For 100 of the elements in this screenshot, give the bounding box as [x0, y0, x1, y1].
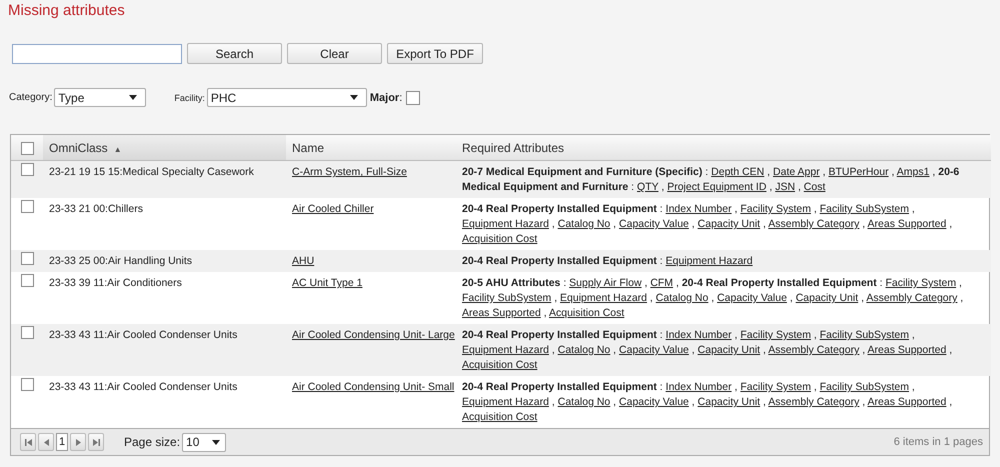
checkbox[interactable] — [20, 163, 34, 176]
attribute-link[interactable]: Facility System — [740, 381, 811, 393]
category-dropdown[interactable]: Type — [54, 88, 146, 107]
attribute-link[interactable]: Assembly Category — [866, 292, 958, 304]
clear-button[interactable]: Clear — [287, 43, 382, 64]
export-button[interactable]: Export To PDF — [387, 43, 483, 64]
attribute-link[interactable]: Equipment Hazard — [462, 396, 549, 408]
column-header[interactable]: Required Attributes — [456, 135, 991, 160]
attribute-link[interactable]: Catalog No — [656, 292, 708, 304]
page-size-dropdown[interactable]: 10 — [182, 432, 226, 452]
first-page-button[interactable] — [20, 433, 36, 451]
attribute-link[interactable]: Capacity Value — [619, 344, 689, 356]
attribute-link[interactable]: Equipment Hazard — [462, 344, 549, 356]
attribute-link[interactable]: Capacity Unit — [698, 218, 760, 230]
next-page-icon — [74, 438, 82, 446]
checkbox[interactable] — [20, 378, 34, 391]
category-label: Category: — [9, 92, 52, 103]
column-header[interactable]: Name — [286, 135, 456, 160]
table-cell: 23-21 19 15 15:Medical Specialty Casework — [43, 160, 286, 198]
attribute-link[interactable]: Catalog No — [558, 218, 610, 230]
attribute-link[interactable]: Assembly Category — [768, 344, 860, 356]
attribute-link[interactable]: Catalog No — [558, 396, 610, 408]
attribute-link[interactable]: Acquisition Cost — [462, 359, 538, 371]
attribute-link[interactable]: Catalog No — [558, 344, 610, 356]
item-name-link[interactable]: Air Cooled Chiller — [292, 203, 374, 215]
facility-label: Facility: — [174, 92, 205, 102]
required-attributes-text: 20-4 Real Property Installed Equipment : Equipment Hazard — [456, 250, 991, 272]
facility-dropdown[interactable]: PHC — [206, 88, 367, 107]
attribute-link[interactable]: Facility SubSystem — [462, 292, 552, 304]
attribute-link[interactable]: Areas Supported — [868, 218, 946, 230]
search-button[interactable]: Search — [187, 43, 282, 64]
attribute-link[interactable]: Cost — [804, 181, 826, 193]
attribute-link[interactable]: JSN — [775, 181, 796, 193]
required-attributes-text: 20-4 Real Property Installed Equipment : Index Number , Facility System , Facility SubSystem , Equipment Hazard , Catalog No , Capacity Value , Capacity Unit , Assembly Category , Areas Supported , Acquisition Cost — [456, 376, 991, 428]
attribute-link[interactable]: Index Number — [666, 329, 732, 341]
attribute-link[interactable]: Equipment Hazard — [560, 292, 648, 304]
checkbox[interactable] — [20, 252, 34, 265]
attribute-link[interactable]: Capacity Value — [619, 396, 689, 408]
table-cell: 23-33 43 11:Air Cooled Condenser Units — [43, 376, 286, 428]
table-cell: 23-33 21 00:Chillers — [43, 198, 286, 250]
previous-page-icon — [42, 438, 50, 446]
next-page-button[interactable] — [70, 433, 86, 451]
attribute-link[interactable]: Capacity Unit — [698, 396, 760, 408]
page-size-label: Page size: — [124, 435, 180, 449]
first-page-icon — [24, 438, 32, 446]
caret-icon — [212, 440, 220, 444]
items-summary: 6 items in 1 pages — [894, 436, 983, 448]
caret-icon — [350, 95, 358, 100]
attribute-link[interactable]: Assembly Category — [768, 218, 860, 230]
attribute-link[interactable]: Equipment Hazard — [462, 218, 549, 230]
attribute-link[interactable]: Areas Supported — [868, 396, 946, 408]
required-attributes-text: 20-5 AHU Attributes : Supply Air Flow , CFM , 20-4 Real Property Installed Equipment : Facility System , Facility SubSystem , Equipment Hazard , Catalog No , Capacity Value , Capacity Unit , Assembly Category , Areas Supported , Acquisition Cost — [456, 272, 991, 324]
checkbox[interactable] — [20, 274, 34, 287]
attribute-link[interactable]: QTY — [637, 181, 658, 193]
attribute-link[interactable]: Facility System — [740, 329, 811, 341]
last-page-button[interactable] — [88, 433, 104, 451]
attribute-link[interactable]: Project Equipment ID — [667, 181, 766, 193]
checkbox[interactable] — [20, 142, 34, 155]
attribute-link[interactable]: Assembly Category — [768, 396, 860, 408]
attribute-link[interactable]: Date Appr — [773, 166, 820, 178]
attribute-link[interactable]: Capacity Value — [619, 218, 689, 230]
checkbox[interactable] — [20, 326, 34, 339]
attribute-link[interactable]: Facility SubSystem — [820, 381, 910, 393]
checkbox[interactable] — [20, 200, 34, 213]
attribute-link[interactable]: Areas Supported — [868, 344, 946, 356]
last-page-icon — [92, 438, 100, 446]
attribute-link[interactable]: Depth CEN — [711, 166, 764, 178]
attribute-link[interactable]: BTUPerHour — [828, 166, 889, 178]
attribute-link[interactable]: Areas Supported — [462, 307, 541, 319]
table-cell: 23-33 39 11:Air Conditioners — [43, 272, 286, 324]
attribute-link[interactable]: Index Number — [666, 203, 732, 215]
attribute-link[interactable]: Facility System — [740, 203, 811, 215]
attribute-link[interactable]: Acquisition Cost — [462, 233, 538, 245]
column-header[interactable]: OmniClass ▲ — [43, 135, 286, 160]
page-number[interactable]: 1 — [56, 433, 68, 451]
item-name-link[interactable]: AHU — [292, 255, 314, 267]
attribute-link[interactable]: Equipment Hazard — [666, 255, 753, 267]
attribute-link[interactable]: Index Number — [666, 381, 732, 393]
attribute-link[interactable]: Capacity Unit — [698, 344, 760, 356]
item-name-link[interactable]: Air Cooled Condensing Unit- Small — [292, 381, 454, 393]
attribute-link[interactable]: Acquisition Cost — [462, 411, 538, 423]
attribute-link[interactable]: Capacity Value — [717, 292, 787, 304]
attribute-link[interactable]: Supply Air Flow — [569, 277, 642, 289]
required-attributes-text: 20-4 Real Property Installed Equipment : Index Number , Facility System , Facility SubSystem , Equipment Hazard , Catalog No , Capacity Value , Capacity Unit , Assembly Category , Areas Supported , Acquisition Cost — [456, 198, 991, 250]
checkbox[interactable] — [406, 90, 420, 104]
caret-icon — [129, 95, 138, 100]
table-cell: 23-33 25 00:Air Handling Units — [43, 250, 286, 272]
attribute-link[interactable]: Acquisition Cost — [549, 307, 624, 319]
attribute-link[interactable]: CFM — [650, 277, 674, 289]
page-title: Missing attributes — [7, 2, 126, 21]
required-attributes-text: 20-7 Medical Equipment and Furniture (Specific) : Depth CEN , Date Appr , BTUPerHour , Amps1 , 20-6 Medical Equipment and Furniture : QTY , Project Equipment ID , JSN , Cost — [456, 160, 991, 198]
table-cell: 23-33 43 11:Air Cooled Condenser Units — [43, 324, 286, 376]
attribute-link[interactable]: Capacity Unit — [796, 292, 858, 304]
attribute-link[interactable]: Facility SubSystem — [820, 329, 910, 341]
attribute-link[interactable]: Facility SubSystem — [820, 203, 910, 215]
attribute-link[interactable]: Amps1 — [896, 166, 930, 178]
previous-page-button[interactable] — [38, 433, 54, 451]
attribute-link[interactable]: Facility System — [885, 277, 956, 289]
item-name-link[interactable]: AC Unit Type 1 — [292, 277, 362, 289]
search-field[interactable] — [12, 44, 182, 64]
